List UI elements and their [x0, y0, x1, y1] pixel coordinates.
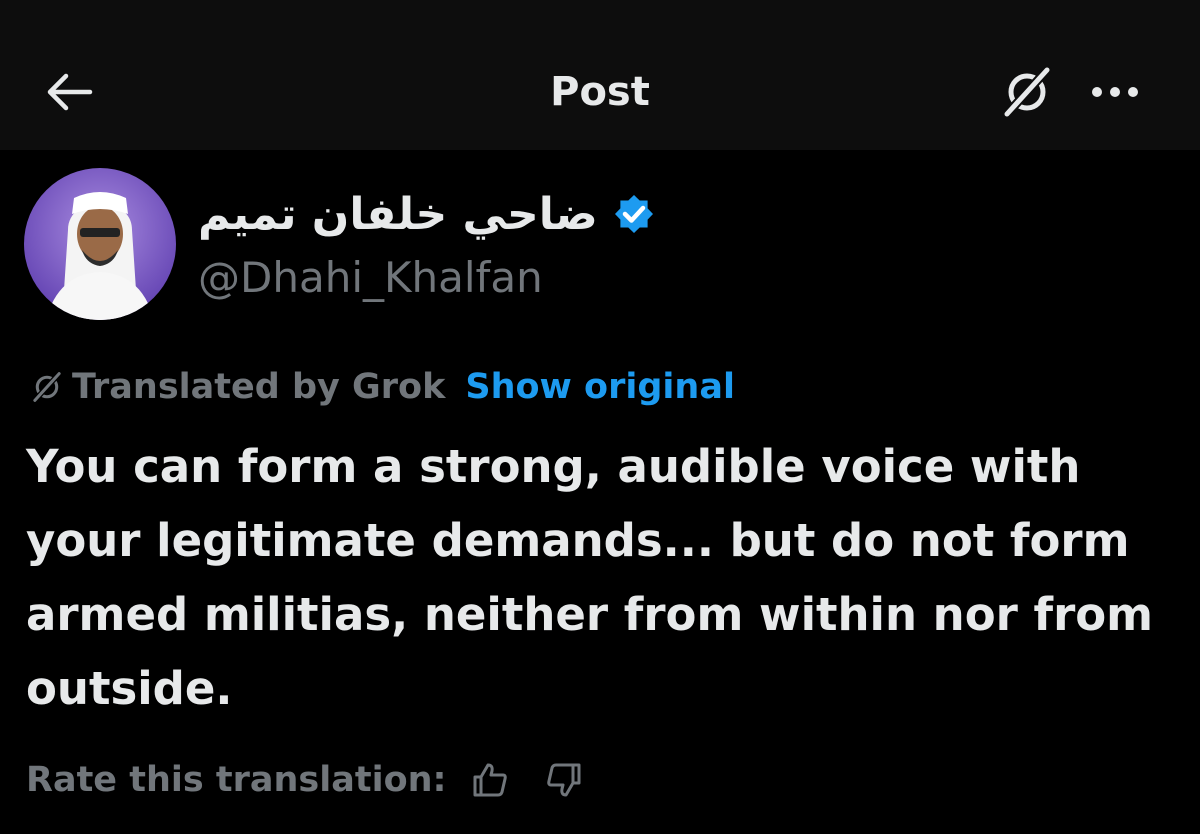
thumbs-up-button[interactable]	[467, 757, 513, 803]
show-original-link[interactable]: Show original	[465, 367, 735, 407]
verified-badge-icon	[614, 195, 653, 233]
author-handle[interactable]: @Dhahi_Khalfan	[198, 250, 543, 306]
author-name-row: ضاحي خلفان تميم	[198, 184, 658, 244]
author-display-name[interactable]: ضاحي خلفان تميم	[198, 189, 598, 240]
translated-by-label: Translated by Grok	[72, 367, 446, 407]
thumbs-up-icon	[473, 763, 507, 797]
grok-button[interactable]	[992, 62, 1062, 122]
translation-bar: Translated by Grok Show original	[30, 362, 735, 412]
more-options-button[interactable]	[1080, 62, 1150, 122]
post-text: You can form a strong, audible voice wit…	[26, 440, 1154, 715]
thumbs-down-icon	[546, 763, 581, 797]
rate-translation-row: Rate this translation:	[26, 752, 587, 808]
grok-icon	[1002, 65, 1052, 119]
more-horizontal-icon	[1092, 87, 1138, 97]
thumbs-down-button[interactable]	[541, 757, 587, 803]
top-bar: Post	[0, 0, 1200, 150]
avatar[interactable]	[24, 168, 176, 320]
rate-translation-label: Rate this translation:	[26, 760, 447, 800]
grok-icon	[32, 370, 62, 404]
